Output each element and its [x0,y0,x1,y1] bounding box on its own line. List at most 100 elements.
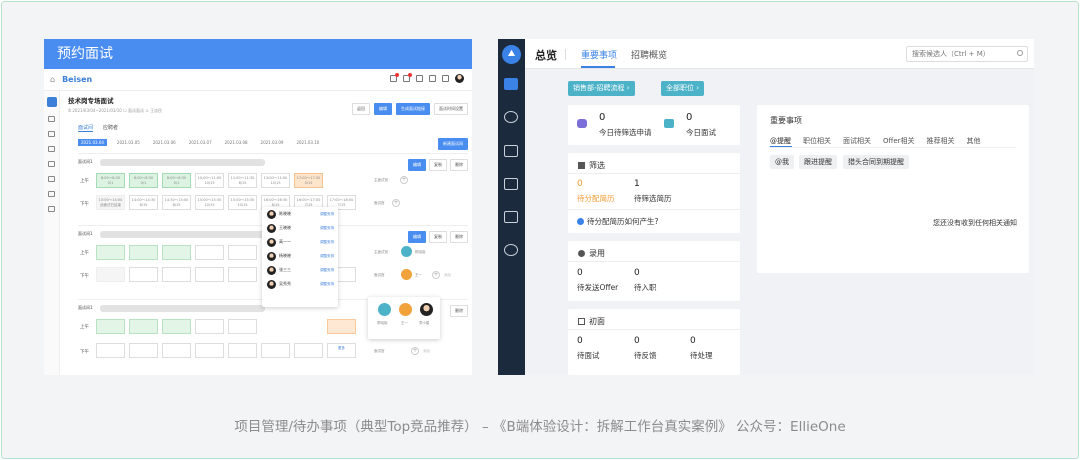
adjust-link[interactable]: 调整安排 [320,212,334,217]
room-copy-button[interactable]: 复制 [429,159,447,171]
calendar-icon[interactable] [48,146,55,152]
time-slot[interactable] [162,267,191,282]
add-interviewer-icon[interactable]: + [411,347,419,355]
date-tab[interactable]: 2021.03.10 [293,139,322,146]
date-tab[interactable]: 2021.03.05 [114,139,143,146]
stat-value[interactable]: 0 [690,336,696,346]
time-slot[interactable]: 10:00～11:00 10/15 [195,173,224,188]
date-tab[interactable]: 2021.03.04 [78,139,107,146]
tab-mentions[interactable]: @提醒 [770,136,791,146]
bookmark-icon[interactable] [416,75,423,82]
time-slot[interactable]: 更多 [327,343,356,358]
gear-icon[interactable] [48,131,55,137]
filter-pill[interactable]: 猎头合同到期提醒 [843,155,909,169]
stat-value[interactable]: 0 [634,336,640,346]
time-slot[interactable] [129,267,158,282]
stat-value[interactable]: 0 [634,268,640,278]
settings-icon[interactable] [442,75,449,82]
dropdown-item[interactable]: 王晓晓 调整安排 [262,221,338,235]
edit-button[interactable]: 编辑 [374,103,392,115]
time-slot[interactable]: 13:00～11:00 10/15 [261,173,290,188]
tab-important[interactable]: 重要事项 [581,48,617,61]
chart-icon[interactable] [48,116,55,122]
time-slot[interactable] [195,245,224,260]
time-slot[interactable] [129,343,158,358]
time-slot[interactable]: 13:00～14:00 此面试已结束 [96,195,125,210]
back-button[interactable]: 返回 [352,103,370,115]
stat-value[interactable]: 0 [577,179,583,189]
filter-pill[interactable]: @我 [770,155,794,169]
stat-value[interactable]: 0 [577,336,583,346]
briefcase-icon[interactable] [504,178,518,190]
calendar-icon[interactable] [504,145,518,157]
pipeline-selector[interactable]: 销售部-招聘流程 › [568,81,635,96]
add-interviewer-icon[interactable]: + [400,176,408,184]
room-delete-button[interactable]: 删除 [450,159,468,171]
filter-pill[interactable]: 跟进提醒 [799,155,837,169]
time-slot[interactable] [162,319,191,334]
time-slot[interactable] [261,343,290,358]
room-edit-button[interactable]: 编辑 [408,159,426,171]
document-icon[interactable] [48,176,55,182]
search-input[interactable]: 搜索候选人（Ctrl + M） [906,46,1028,62]
time-slot[interactable] [228,245,257,260]
time-settings-button[interactable]: 面试时间设置 [434,103,468,115]
time-slot[interactable] [129,319,158,334]
time-slot[interactable] [228,343,257,358]
tab-other[interactable]: 其他 [967,136,981,146]
time-slot[interactable]: 8:00～8:30 0/1 [129,173,158,188]
tab-offer[interactable]: Offer相关 [883,136,915,146]
pie-chart-icon[interactable] [504,244,518,256]
notification-icon[interactable] [403,73,412,82]
time-slot[interactable] [96,245,125,260]
time-slot[interactable] [195,267,224,282]
tab-candidates[interactable]: 应聘者 [103,124,118,132]
date-tab[interactable]: 2021.03.07 [186,139,215,146]
time-slot[interactable]: 8:00～8:30 0/1 [96,173,125,188]
adjust-link[interactable]: 调整安排 [320,282,334,287]
slot-more-link[interactable]: 更多 [338,346,345,350]
adjust-link[interactable]: 调整安排 [320,240,334,245]
adjust-link[interactable]: 调整安排 [320,254,334,259]
time-slot[interactable]: 15:00～15:30 10/15 [195,195,224,210]
stat-value[interactable]: 0 [577,268,583,278]
user-add-icon[interactable] [48,191,55,197]
person-icon[interactable] [48,161,55,167]
time-slot[interactable] [195,319,224,334]
tab-referral[interactable]: 推荐相关 [927,136,955,146]
time-slot[interactable] [195,343,224,358]
time-slot[interactable] [96,319,125,334]
interviewer-avatar[interactable] [401,269,412,280]
time-slot[interactable] [96,267,125,282]
room-delete-button[interactable]: 删除 [450,305,468,317]
tab-interview[interactable]: 面试相关 [843,136,871,146]
stat-value[interactable]: 1 [634,179,640,189]
dropdown-item[interactable]: 张三三 调整安排 [262,263,338,277]
dropdown-item[interactable]: 吴秀秀 调整安排 [262,277,338,291]
time-slot[interactable]: 14:30～15:00 8/15 [162,195,191,210]
time-slot[interactable] [228,319,257,334]
dropdown-item[interactable]: 杨晓晓 调整安排 [262,249,338,263]
dropdown-item[interactable]: 陈晓晓 调整安排 [262,207,338,221]
time-slot[interactable] [228,267,257,282]
tab-rooms[interactable]: 面试间 [78,124,94,132]
date-tab[interactable]: 2021.03.09 [258,139,287,146]
tab-position[interactable]: 职位相关 [803,136,831,146]
stat-value[interactable]: 0 [599,112,605,123]
home-icon[interactable] [504,78,518,90]
generate-link-button[interactable]: 生成面试链接 [396,103,430,115]
room-delete-button[interactable]: 删除 [450,231,468,243]
user-avatar[interactable] [455,74,464,83]
tab-overview[interactable]: 招聘概览 [631,48,667,61]
archive-icon[interactable] [504,211,518,223]
time-slot[interactable] [96,343,125,358]
time-slot[interactable] [162,343,191,358]
date-tab[interactable]: 2021.03.06 [150,139,179,146]
add-interviewer-icon[interactable]: + [432,271,440,279]
interviewer-avatar[interactable] [401,246,412,257]
home-icon[interactable]: ⌂ [50,75,55,84]
help-link[interactable]: 待分配简历如何产生? [577,216,658,227]
time-slot[interactable]: 15:00～15:30 10/15 [228,195,257,210]
time-slot[interactable] [162,245,191,260]
people-icon[interactable] [504,111,518,123]
